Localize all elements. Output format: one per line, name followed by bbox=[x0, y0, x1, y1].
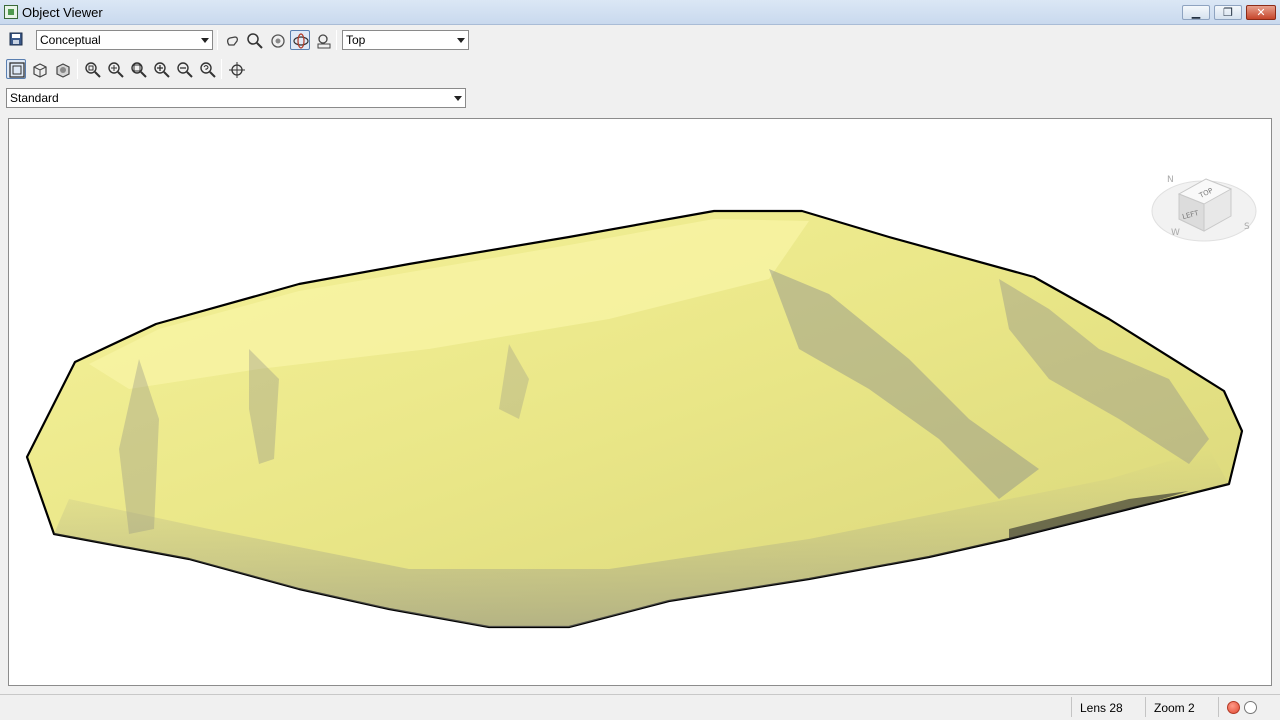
display-style-dropdown[interactable]: Standard bbox=[6, 88, 466, 108]
status-bar: Lens 28 Zoom 2 bbox=[0, 694, 1280, 720]
toolbar-separator bbox=[221, 59, 222, 79]
compass-n-label: N bbox=[1167, 175, 1174, 185]
surface-model[interactable] bbox=[9, 119, 1272, 686]
visual-style-value: Conceptual bbox=[40, 33, 101, 47]
status-red-indicator[interactable] bbox=[1227, 701, 1240, 714]
viewcube-graphic[interactable]: TOP LEFT N W S bbox=[1149, 149, 1259, 249]
camera-icon bbox=[317, 34, 331, 49]
title-bar: Object Viewer ▁ ❐ ✕ bbox=[0, 0, 1280, 25]
target-button[interactable] bbox=[226, 59, 246, 79]
zoom-center-button[interactable] bbox=[105, 59, 125, 79]
camera-view-button[interactable] bbox=[313, 30, 333, 50]
orbit-button[interactable] bbox=[267, 30, 287, 50]
toolbar-row-2 bbox=[0, 57, 470, 81]
status-divider bbox=[1145, 697, 1146, 717]
view-cube-button[interactable] bbox=[29, 59, 49, 79]
free-orbit-icon bbox=[293, 33, 309, 49]
pan-button[interactable] bbox=[222, 30, 242, 50]
chevron-down-icon bbox=[457, 38, 465, 43]
crosshair-icon bbox=[229, 62, 245, 78]
pan-hand-icon bbox=[226, 36, 239, 46]
compass-w-label: W bbox=[1171, 228, 1180, 238]
zoom-extents-icon bbox=[131, 62, 147, 78]
zoom-out-button[interactable] bbox=[174, 59, 194, 79]
close-button[interactable]: ✕ bbox=[1246, 5, 1276, 20]
close-icon: ✕ bbox=[1256, 6, 1266, 19]
chevron-down-icon bbox=[454, 96, 462, 101]
zoom-out-icon bbox=[177, 62, 193, 78]
orbit-icon bbox=[271, 34, 285, 48]
status-divider bbox=[1218, 697, 1219, 717]
toolbar-separator bbox=[336, 30, 337, 50]
view-value: Top bbox=[346, 33, 366, 47]
compass-s-label: S bbox=[1244, 222, 1250, 232]
toolbar-separator bbox=[217, 30, 218, 50]
box-view-icon bbox=[9, 62, 25, 78]
cube-icon bbox=[33, 63, 47, 78]
zoom-extents-button[interactable] bbox=[128, 59, 148, 79]
maximize-icon: ❐ bbox=[1223, 6, 1233, 19]
zoom-realtime-button[interactable] bbox=[244, 30, 264, 50]
viewcube[interactable]: TOP LEFT N W S bbox=[1149, 149, 1259, 249]
status-divider bbox=[1071, 697, 1072, 717]
zoom-status: Zoom 2 bbox=[1154, 701, 1195, 715]
save-button[interactable] bbox=[6, 29, 26, 49]
magnifier-icon bbox=[247, 33, 263, 49]
display-style-value: Standard bbox=[10, 91, 59, 105]
3d-viewport[interactable]: TOP LEFT N W S bbox=[8, 118, 1272, 686]
free-orbit-button[interactable] bbox=[290, 30, 310, 50]
minimize-icon: ▁ bbox=[1191, 6, 1201, 19]
zoom-in-icon bbox=[154, 62, 170, 78]
view-box-button[interactable] bbox=[6, 59, 26, 79]
object-view-icon bbox=[56, 63, 70, 78]
zoom-previous-icon bbox=[200, 62, 216, 78]
zoom-in-button[interactable] bbox=[151, 59, 171, 79]
zoom-window-icon bbox=[85, 62, 101, 78]
zoom-center-icon bbox=[108, 62, 124, 78]
zoom-window-button[interactable] bbox=[82, 59, 102, 79]
zoom-previous-button[interactable] bbox=[197, 59, 217, 79]
minimize-button[interactable]: ▁ bbox=[1182, 5, 1210, 20]
maximize-button[interactable]: ❐ bbox=[1214, 5, 1242, 20]
status-empty-indicator[interactable] bbox=[1244, 701, 1257, 714]
view-dropdown[interactable]: Top bbox=[342, 30, 469, 50]
app-icon bbox=[4, 5, 18, 19]
visual-style-dropdown[interactable]: Conceptual bbox=[36, 30, 213, 50]
save-icon bbox=[9, 32, 23, 46]
toolbar-row-1: Conceptual Top bbox=[0, 27, 470, 53]
window-title: Object Viewer bbox=[22, 5, 103, 20]
lens-status: Lens 28 bbox=[1080, 701, 1123, 715]
view-object-button[interactable] bbox=[52, 59, 72, 79]
chevron-down-icon bbox=[201, 38, 209, 43]
toolbar-separator bbox=[77, 59, 78, 79]
